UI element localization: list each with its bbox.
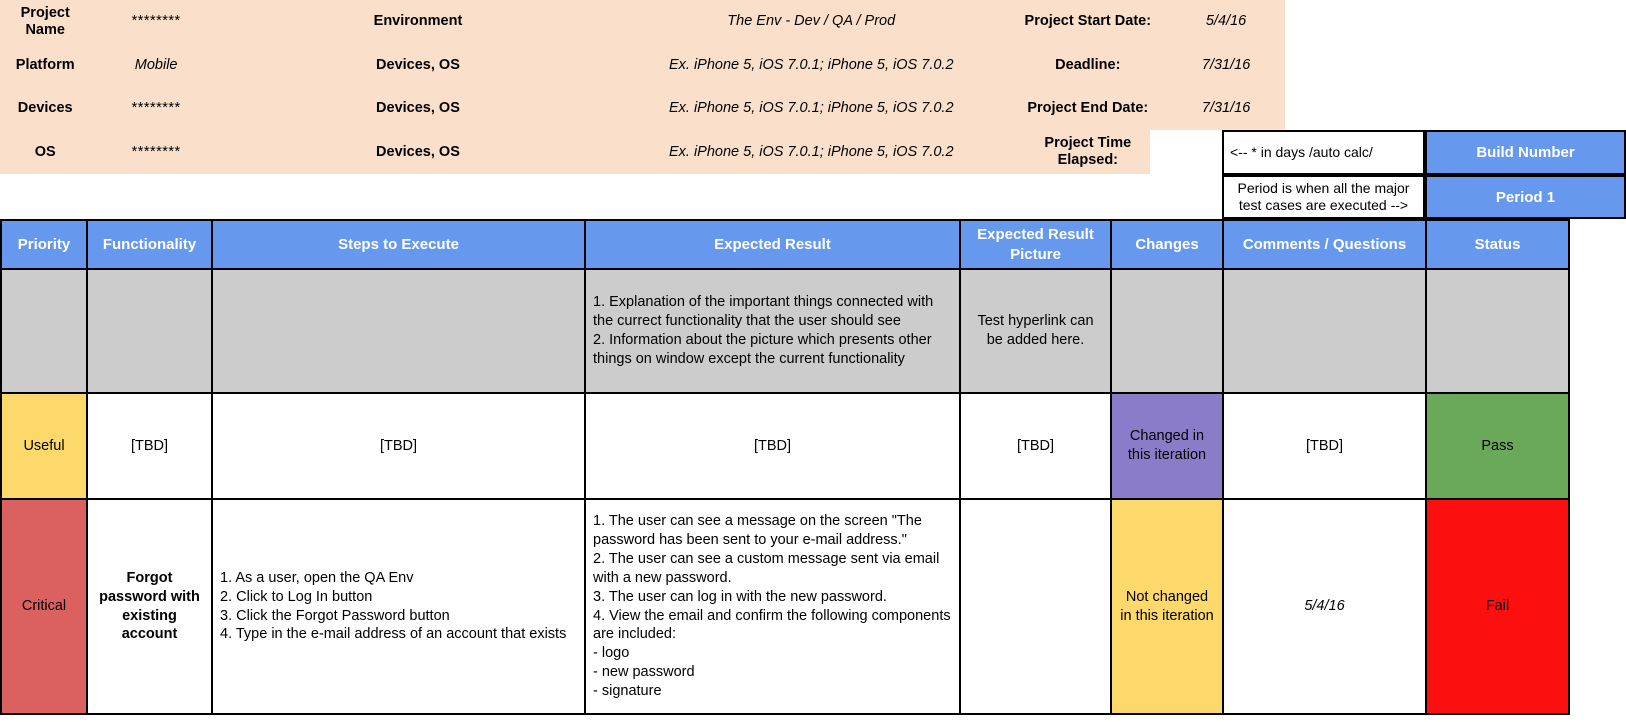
project-info-row: Platform Mobile Devices, OS Ex. iPhone 5… xyxy=(0,43,1285,87)
period-label: Period 1 xyxy=(1495,188,1556,206)
column-header-status[interactable]: Status xyxy=(1425,219,1570,270)
cell-status[interactable] xyxy=(1425,268,1570,394)
devices-value[interactable]: ******** xyxy=(90,87,222,131)
cell-expected-result-picture[interactable]: [TBD] xyxy=(959,392,1112,500)
cell-steps[interactable]: 1. As a user, open the QA Env 2. Click t… xyxy=(211,498,586,715)
platform-label: Platform xyxy=(0,43,91,87)
column-header-changes[interactable]: Changes xyxy=(1110,219,1224,270)
devices-os-value-3[interactable]: Ex. iPhone 5, iOS 7.0.1; iPhone 5, iOS 7… xyxy=(614,130,1009,174)
project-info-row: OS ******** Devices, OS Ex. iPhone 5, iO… xyxy=(0,130,1285,174)
cell-status[interactable]: Fail xyxy=(1425,498,1570,715)
devices-os-value-2[interactable]: Ex. iPhone 5, iOS 7.0.1; iPhone 5, iOS 7… xyxy=(614,87,1009,131)
os-value[interactable]: ******** xyxy=(90,130,222,174)
project-time-elapsed-label: Project Time Elapsed: xyxy=(1008,130,1168,174)
cell-functionality[interactable]: Forgot password with existing account xyxy=(86,498,213,715)
deadline-label: Deadline: xyxy=(1008,43,1168,87)
deadline-value[interactable]: 7/31/16 xyxy=(1167,43,1285,87)
project-end-date-value[interactable]: 7/31/16 xyxy=(1167,87,1285,131)
build-number-header: Build Number xyxy=(1425,130,1626,175)
column-header-expected-result-picture[interactable]: Expected Result Picture xyxy=(959,219,1112,270)
period-explanation-text: Period is when all the major test cases … xyxy=(1237,180,1410,213)
cell-status[interactable]: Pass xyxy=(1425,392,1570,500)
build-number-label: Build Number xyxy=(1476,144,1575,161)
environment-value[interactable]: The Env - Dev / QA / Prod xyxy=(614,0,1009,44)
project-start-date-label: Project Start Date: xyxy=(1008,0,1168,44)
cell-priority[interactable]: Useful xyxy=(0,392,88,500)
devices-os-label-3: Devices, OS xyxy=(221,130,615,174)
os-label: OS xyxy=(0,130,91,174)
table-header-row: Priority Functionality Steps to Execute … xyxy=(0,219,1570,270)
project-end-date-label: Project End Date: xyxy=(1008,87,1168,131)
cell-expected-result[interactable]: [TBD] xyxy=(584,392,961,500)
column-header-steps[interactable]: Steps to Execute xyxy=(211,219,586,270)
cell-functionality[interactable] xyxy=(86,268,213,394)
cell-expected-result[interactable]: 1. Explanation of the important things c… xyxy=(584,268,961,394)
table-row: Critical Forgot password with existing a… xyxy=(0,498,1570,715)
cell-steps[interactable]: [TBD] xyxy=(211,392,586,500)
column-header-comments[interactable]: Comments / Questions xyxy=(1222,219,1427,270)
cell-comments[interactable]: 5/4/16 xyxy=(1222,498,1427,715)
cell-expected-result[interactable]: 1. The user can see a message on the scr… xyxy=(584,498,961,715)
cell-priority[interactable]: Critical xyxy=(0,498,88,715)
days-auto-calc-note-text: <-- * in days /auto calc/ xyxy=(1230,144,1373,161)
cell-comments[interactable] xyxy=(1222,268,1427,394)
cell-priority[interactable] xyxy=(0,268,88,394)
devices-os-label-2: Devices, OS xyxy=(221,87,615,131)
cell-steps[interactable] xyxy=(211,268,586,394)
project-info-row: Devices ******** Devices, OS Ex. iPhone … xyxy=(0,87,1285,131)
test-cases-grid: Priority Functionality Steps to Execute … xyxy=(0,219,1626,715)
test-plan-spreadsheet: Project Name ******** Environment The En… xyxy=(0,0,1626,722)
period-explanation-note: Period is when all the major test cases … xyxy=(1222,175,1425,219)
table-row: 1. Explanation of the important things c… xyxy=(0,268,1570,394)
cell-expected-result-picture[interactable] xyxy=(959,498,1112,715)
column-header-priority[interactable]: Priority xyxy=(0,219,88,270)
platform-value[interactable]: Mobile xyxy=(90,43,222,87)
cell-changes[interactable] xyxy=(1110,268,1224,394)
cell-comments[interactable]: [TBD] xyxy=(1222,392,1427,500)
cell-changes[interactable]: Not changed in this iteration xyxy=(1110,498,1224,715)
environment-label: Environment xyxy=(221,0,615,44)
cell-expected-result-picture[interactable]: Test hyperlink can be added here. xyxy=(959,268,1112,394)
column-header-expected-result[interactable]: Expected Result xyxy=(584,219,961,270)
project-info-row: Project Name ******** Environment The En… xyxy=(0,0,1285,44)
days-auto-calc-note: <-- * in days /auto calc/ xyxy=(1222,130,1425,175)
devices-os-label-1: Devices, OS xyxy=(221,43,615,87)
cell-functionality[interactable]: [TBD] xyxy=(86,392,213,500)
project-info-table: Project Name ******** Environment The En… xyxy=(0,0,1285,174)
project-start-date-value[interactable]: 5/4/16 xyxy=(1167,0,1285,44)
devices-label: Devices xyxy=(0,87,91,131)
cell-changes[interactable]: Changed in this iteration xyxy=(1110,392,1224,500)
test-cases-table: Priority Functionality Steps to Execute … xyxy=(0,219,1570,715)
period-cell[interactable]: Period 1 xyxy=(1425,175,1626,219)
project-name-value[interactable]: ******** xyxy=(90,0,222,44)
column-header-functionality[interactable]: Functionality xyxy=(86,219,213,270)
devices-os-value-1[interactable]: Ex. iPhone 5, iOS 7.0.1; iPhone 5, iOS 7… xyxy=(614,43,1009,87)
project-name-label: Project Name xyxy=(0,0,91,44)
table-row: Useful [TBD] [TBD] [TBD] [TBD] Changed i… xyxy=(0,392,1570,500)
